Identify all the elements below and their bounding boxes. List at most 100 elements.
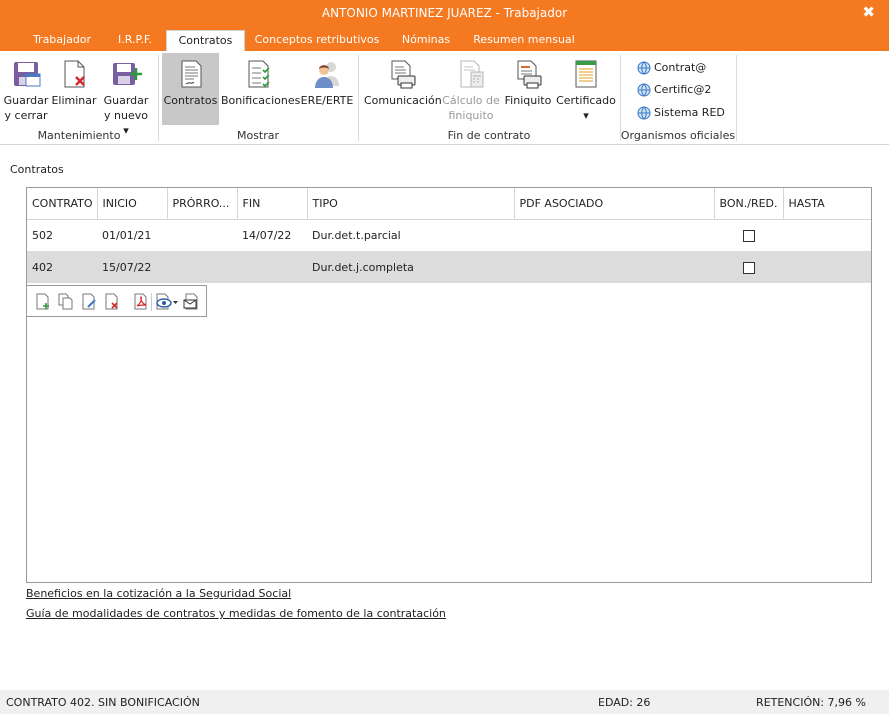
people-icon (315, 62, 339, 88)
cell-inicio: 01/01/21 (102, 228, 152, 242)
table-row-selected[interactable]: 402 15/07/22 Dur.det.j.completa (27, 251, 871, 283)
contracts-doc-icon (181, 60, 201, 88)
title-bar: ANTONIO MARTINEZ JUAREZ - Trabajador ✖ (0, 0, 889, 28)
delete-doc-icon (64, 60, 85, 88)
status-contrato: CONTRATO 402. SIN BONIFICACIÓN (6, 696, 200, 709)
contrata-label: Contrat@ (654, 61, 707, 74)
print-doc-icon (517, 60, 542, 89)
column-header-hasta[interactable]: HASTA (783, 188, 871, 220)
certificado-label-1: Certificado (556, 94, 616, 107)
email-icon[interactable] (183, 293, 199, 310)
calculo-label-1: Cálculo de (442, 94, 500, 107)
globe-icon (637, 61, 651, 75)
calculo-finiquito-button[interactable]: Cálculo de finiquito (442, 53, 500, 125)
contratos-label: Contratos (163, 94, 218, 107)
certifica2-label: Certific@2 (654, 83, 712, 96)
bon-red-checkbox[interactable] (742, 229, 755, 242)
certificado-dropdown-icon: ▾ (583, 109, 589, 122)
grid-toolbar (26, 285, 207, 317)
tab-trabajador[interactable]: Trabajador (22, 30, 102, 51)
column-header-prorroga[interactable]: PRÓRRO... (167, 188, 238, 220)
status-retencion: RETENCIÓN: 7,96 % (756, 696, 866, 709)
save-new-button[interactable]: Guardar y nuevo ▾ (100, 53, 152, 137)
tab-nominas[interactable]: Nóminas (392, 30, 460, 51)
status-bar: CONTRATO 402. SIN BONIFICACIÓN EDAD: 26 … (0, 690, 889, 714)
comunicacion-button[interactable]: Comunicación (364, 53, 442, 125)
sistema-red-link[interactable]: Sistema RED (637, 106, 725, 124)
checklist-doc-icon (248, 60, 270, 88)
bonificaciones-button[interactable]: Bonificaciones (221, 53, 301, 125)
tab-irpf[interactable]: I.R.P.F. (106, 30, 164, 51)
link-beneficios-cotizacion[interactable]: Beneficios en la cotización a la Segurid… (26, 587, 291, 600)
new-doc-icon[interactable] (35, 293, 51, 310)
save-close-label-1: Guardar (3, 94, 49, 107)
certificado-button[interactable]: Certificado ▾ (556, 53, 616, 125)
cell-tipo: Dur.det.j.completa (307, 251, 514, 283)
cell-contrato: 402 (27, 251, 97, 283)
cell-pdf (514, 219, 714, 251)
cell-hasta (783, 219, 871, 251)
tab-contratos[interactable]: Contratos (166, 30, 245, 51)
sistema-red-label: Sistema RED (654, 106, 725, 119)
delete-doc-icon[interactable] (104, 293, 120, 310)
finiquito-label: Finiquito (504, 94, 552, 107)
cell-hasta (783, 251, 871, 283)
table-row[interactable]: 502 01/01/21 14/07/22 Dur.det.t.parcial (27, 219, 871, 251)
section-title: Contratos (10, 163, 64, 176)
certifica2-link[interactable]: Certific@2 (637, 83, 711, 101)
column-header-contrato[interactable]: CONTRATO (27, 188, 98, 220)
column-header-bon-red[interactable]: BON./RED. (714, 188, 784, 220)
column-header-pdf-asociado[interactable]: PDF ASOCIADO (514, 188, 715, 220)
save-close-button[interactable]: Guardar y cerrar (2, 53, 50, 125)
globe-icon (637, 83, 651, 97)
tab-resumen-mensual[interactable]: Resumen mensual (468, 30, 580, 51)
print-doc-icon (391, 60, 416, 89)
bon-red-checkbox[interactable] (742, 261, 755, 274)
cell-inicio: 15/07/22 (97, 251, 167, 283)
pdf-icon[interactable] (133, 293, 149, 310)
bonificaciones-label: Bonificaciones (221, 94, 301, 107)
cell-pdf (514, 251, 714, 283)
column-header-tipo[interactable]: TIPO (307, 188, 515, 220)
view-dropdown-icon[interactable] (155, 293, 179, 310)
group-label-mostrar: Mostrar (236, 129, 280, 142)
cell-prorroga (167, 251, 237, 283)
edit-doc-icon[interactable] (81, 293, 97, 310)
contrata-link[interactable]: Contrat@ (637, 61, 706, 79)
table-header-row: CONTRATO INICIO PRÓRRO... FIN TIPO PDF A… (27, 188, 871, 220)
column-header-fin[interactable]: FIN (237, 188, 308, 220)
close-icon[interactable]: ✖ (862, 3, 875, 21)
toolbar-separator (151, 293, 152, 311)
ere-erte-button[interactable]: ERE/ERTE (300, 53, 354, 125)
comunicacion-label: Comunicación (364, 94, 442, 107)
link-guia-modalidades[interactable]: Guía de modalidades de contratos y medid… (26, 607, 446, 620)
certificate-doc-icon (575, 60, 597, 88)
finiquito-button[interactable]: Finiquito (503, 53, 553, 125)
group-label-fin-contrato: Fin de contrato (447, 129, 531, 142)
window-title: ANTONIO MARTINEZ JUAREZ - Trabajador (321, 6, 568, 20)
group-label-mantenimiento: Mantenimiento (37, 129, 121, 142)
delete-label: Eliminar (51, 94, 97, 107)
ribbon-separator (736, 55, 737, 141)
tab-conceptos-retributivos[interactable]: Conceptos retributivos (249, 30, 385, 51)
save-close-label-2: y cerrar (4, 109, 48, 122)
cell-contrato: 502 (32, 228, 53, 242)
save-close-icon (14, 62, 41, 87)
cell-bon-red (714, 219, 783, 251)
tab-bar: Trabajador I.R.P.F. Contratos Conceptos … (0, 28, 889, 51)
save-new-icon (113, 63, 142, 85)
contratos-button[interactable]: Contratos (162, 53, 219, 125)
contracts-grid: CONTRATO INICIO PRÓRRO... FIN TIPO PDF A… (26, 187, 872, 583)
copy-doc-icon[interactable] (58, 293, 74, 310)
contracts-table: CONTRATO INICIO PRÓRRO... FIN TIPO PDF A… (27, 188, 871, 283)
group-label-organismos: Organismos oficiales (620, 129, 736, 142)
delete-button[interactable]: Eliminar (51, 53, 97, 125)
cell-bon-red (714, 251, 783, 283)
globe-icon (637, 106, 651, 120)
cell-prorroga (167, 219, 237, 251)
ere-erte-label: ERE/ERTE (300, 94, 354, 107)
column-header-inicio[interactable]: INICIO (97, 188, 168, 220)
status-edad: EDAD: 26 (598, 696, 651, 709)
calculator-doc-icon (460, 60, 484, 88)
cell-tipo: Dur.det.t.parcial (312, 228, 401, 242)
